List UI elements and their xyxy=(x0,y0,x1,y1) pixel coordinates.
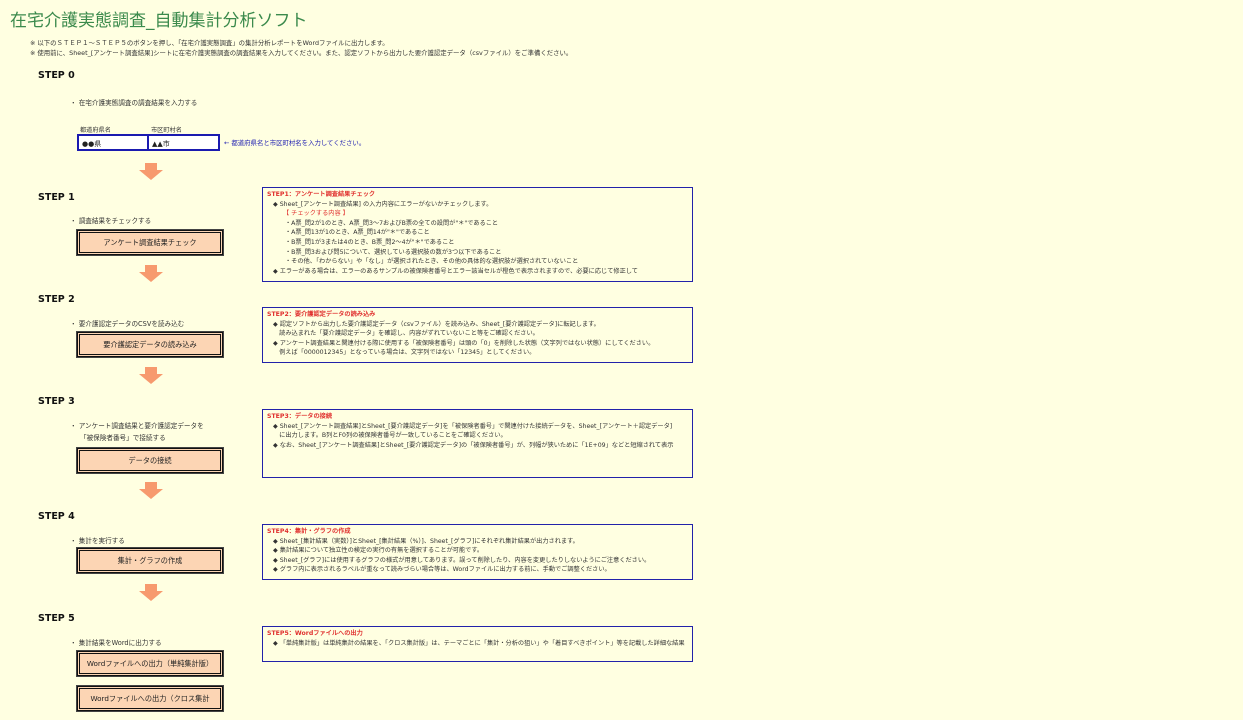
word-output-simple-button[interactable]: Wordファイルへの出力（単純集計版） xyxy=(76,650,224,677)
step2-desc: ・ 要介護認定データのCSVを読み込む xyxy=(70,320,185,328)
step3-info-title: STEP3：データの接続 xyxy=(267,413,333,420)
step2-line-3: ◆ アンケート調査結果と関連付ける際に使用する「被保険者番号」は頭の「0」を削除… xyxy=(273,339,655,347)
step1-desc: ・ 調査結果をチェックする xyxy=(70,217,152,225)
step4-info-box: STEP4：集計・グラフの作成 ◆ Sheet_[集計結果（実数）]とSheet… xyxy=(262,524,693,580)
step5-info-title: STEP5：Wordファイルへの出力 xyxy=(267,630,363,637)
step4-line-4: ◆ グラフ内に表示されるラベルが重なって読みづらい場合等は、Wordファイルに出… xyxy=(273,566,611,574)
step2-line-4: 例えば「0000012345」となっている場合は、文字列ではない「12345」と… xyxy=(273,349,536,357)
pref-label: 都道府県名 xyxy=(80,127,111,134)
step3-line-1: ◆ Sheet_[アンケート調査結果]とSheet_[要介護認定データ]を「被保… xyxy=(273,422,673,430)
city-field[interactable]: ▲▲市 xyxy=(147,134,220,151)
step5-line-1: ◆ 「単純集計版」は単純集計の結果を、「クロス集計版」は、テーマごとに「集計・分… xyxy=(273,639,685,647)
step2-label: STEP 2 xyxy=(38,294,75,305)
step1-line-2: 【 チェックする内容 】 xyxy=(283,210,349,218)
step5-desc: ・ 集計結果をWordに出力する xyxy=(70,639,162,647)
step2-info-title: STEP2：要介護認定データの読み込み xyxy=(267,311,376,318)
step3-label: STEP 3 xyxy=(38,396,75,407)
down-arrow-icon xyxy=(139,163,163,180)
check-results-button[interactable]: アンケート調査結果チェック xyxy=(76,229,224,256)
step1-line-6: ・B票_問3および問5について、選択している選択肢の数が3つ以下であること xyxy=(285,248,502,256)
step2-line-2: 読み込まれた「要介護認定データ」を確認し、内容がずれていないこと等をご確認くださ… xyxy=(273,330,539,338)
step3-line-2: に出力します。B列とF0列の被保険者番号が一致していることをご確認ください。 xyxy=(273,432,507,440)
step4-desc: ・ 集計を実行する xyxy=(70,537,125,545)
step1-line-5: ・B票_問1が3または4のとき、B票_問2～4が"＊"であること xyxy=(285,238,455,246)
step1-label: STEP 1 xyxy=(38,192,75,203)
word-output-cross-button[interactable]: Wordファイルへの出力（クロス集計 xyxy=(76,685,224,712)
note-1: ※ 以下のＳＴＥＰ１～ＳＴＥＰ５のボタンを押し、「在宅介護実態調査」の集計分析レ… xyxy=(30,39,389,47)
step1-line-7: ・その他、「わからない」や「なし」が選択されたとき、その他の具体的な選択肢が選択… xyxy=(285,258,579,266)
step2-info-box: STEP2：要介護認定データの読み込み ◆ 認定ソフトから出力した要介護認定デー… xyxy=(262,307,693,363)
down-arrow-icon xyxy=(139,265,163,282)
connect-data-button[interactable]: データの接続 xyxy=(76,447,224,474)
step3-info-box: STEP3：データの接続 ◆ Sheet_[アンケート調査結果]とSheet_[… xyxy=(262,409,693,478)
step1-line-4: ・A票_問13が1のとき、A票_問14が"＊"であること xyxy=(285,229,430,237)
step4-line-1: ◆ Sheet_[集計結果（実数）]とSheet_[集計結果（%）]、Sheet… xyxy=(273,537,579,545)
step1-line-1: ◆ Sheet_[アンケート調査結果] の入力内容にエラーがないかチェックします… xyxy=(273,200,493,208)
load-care-data-button[interactable]: 要介護認定データの読み込み xyxy=(76,331,224,358)
step3-line-3: ◆ なお、Sheet_[アンケート調査結果]とSheet_[要介護認定データ]の… xyxy=(273,441,674,449)
note-2: ※ 使用前に、Sheet_[アンケート調査結果]シートに在宅介護実態調査の調査結… xyxy=(30,49,573,57)
step0-label: STEP 0 xyxy=(38,70,75,81)
step4-label: STEP 4 xyxy=(38,511,75,522)
pref-field[interactable]: ●●県 xyxy=(77,134,149,151)
down-arrow-icon xyxy=(139,482,163,499)
step1-line-3: ・A票_問2が1のとき、A票_問3～7およびB票の全ての設問が"＊"であること xyxy=(285,219,499,227)
city-label: 市区町村名 xyxy=(151,127,182,134)
step3-desc-1: ・ アンケート調査結果と要介護認定データを xyxy=(70,422,204,430)
step1-line-8: ◆ エラーがある場合は、エラーのあるサンプルの被保険者番号とエラー該当セルが橙色… xyxy=(273,267,638,275)
step4-line-3: ◆ Sheet_[グラフ]には使用するグラフの様式が用意してあります。誤って削除… xyxy=(273,556,651,564)
step1-info-box: STEP1：アンケート調査結果チェック ◆ Sheet_[アンケート調査結果] … xyxy=(262,187,693,282)
step3-desc-2: 「被保険者番号」で接続する xyxy=(80,434,166,442)
step0-desc: ・ 在宅介護実態調査の調査結果を入力する xyxy=(70,99,198,107)
down-arrow-icon xyxy=(139,584,163,601)
step4-line-2: ◆ 集計結果について独立性の検定の実行の有無を選択することが可能です。 xyxy=(273,547,484,555)
step5-info-box: STEP5：Wordファイルへの出力 ◆ 「単純集計版」は単純集計の結果を、「ク… xyxy=(262,626,693,662)
page-title: 在宅介護実態調査_自動集計分析ソフト xyxy=(10,11,308,31)
step5-label: STEP 5 xyxy=(38,613,75,624)
input-hint: ← 都道府県名と市区町村名を入力してください。 xyxy=(224,139,366,147)
down-arrow-icon xyxy=(139,367,163,384)
step4-info-title: STEP4：集計・グラフの作成 xyxy=(267,528,351,535)
step2-line-1: ◆ 認定ソフトから出力した要介護認定データ（csvファイル）を読み込み、Shee… xyxy=(273,320,600,328)
step1-info-title: STEP1：アンケート調査結果チェック xyxy=(267,191,376,198)
create-charts-button[interactable]: 集計・グラフの作成 xyxy=(76,547,224,574)
